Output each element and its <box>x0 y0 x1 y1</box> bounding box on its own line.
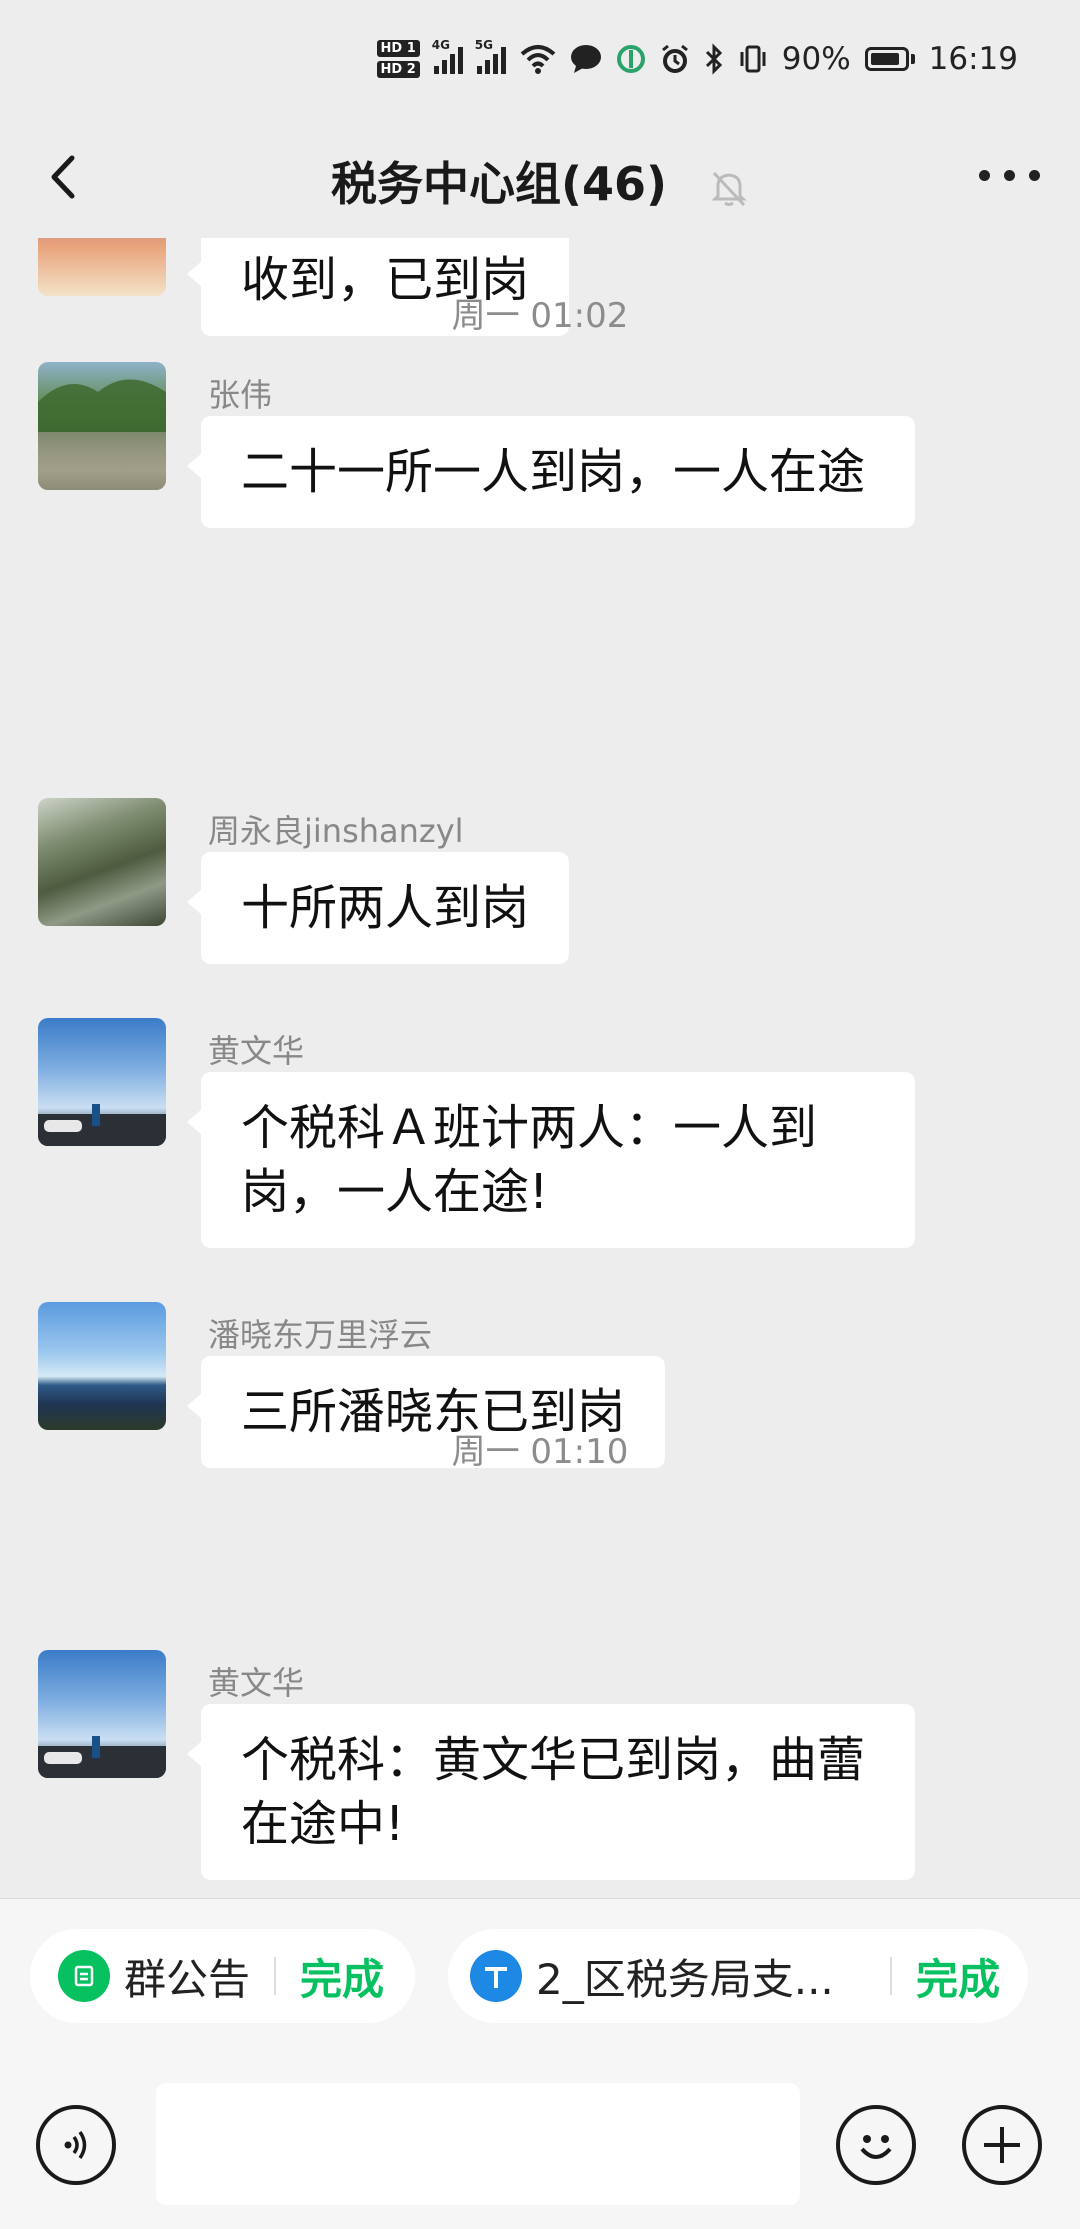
sender-name: 黄文华 <box>208 1032 305 1070</box>
avatar[interactable] <box>38 798 166 926</box>
message-bubble[interactable]: 个税科：黄文华已到岗，曲蕾在途中! <box>187 1704 915 1880</box>
message-bubble[interactable]: 二十一所一人到岗，一人在途 <box>187 416 915 528</box>
list-item: 黄文华 个税科Ａ班计两人：一人到岗，一人在途! <box>38 1018 1038 1248</box>
avatar[interactable] <box>38 362 166 490</box>
avatar[interactable] <box>38 1302 166 1430</box>
list-item: 黄文华 个税科：黄文华已到岗，曲蕾在途中! <box>38 1650 1038 1880</box>
page-title[interactable]: 税务中心组(46) <box>331 157 667 211</box>
page-title-wrap: 税务中心组(46) <box>0 148 1080 214</box>
announcement-icon <box>58 1950 110 2002</box>
battery-icon <box>864 47 915 71</box>
bluetooth-icon <box>705 43 722 75</box>
announcement-done-button[interactable]: 完成 <box>300 1946 384 2007</box>
list-item: 潘晓东万里浮云 三所潘晓东已到岗 <box>38 1302 1038 1468</box>
task-icon <box>470 1950 522 2002</box>
task-chip[interactable]: 2_区税务局支... 完成 <box>448 1929 1028 2023</box>
divider <box>890 1957 892 1995</box>
sender-name: 周永良jinshanzyl <box>208 812 464 850</box>
voice-icon[interactable] <box>36 2105 116 2185</box>
list-item: 张伟 二十一所一人到岗，一人在途 <box>38 362 1038 542</box>
sky-photo-image <box>38 1104 166 1146</box>
avatar[interactable] <box>38 1018 166 1146</box>
alarm-icon <box>661 44 688 73</box>
sender-name: 黄文华 <box>208 1664 305 1702</box>
hd1-label: HD 1 <box>376 40 420 57</box>
plus-icon[interactable] <box>962 2105 1042 2185</box>
list-item: 周永良jinshanzyl 十所两人到岗 <box>38 798 1038 964</box>
hd2-label: HD 2 <box>376 61 420 78</box>
chat-header: 税务中心组(46) <box>0 118 1080 238</box>
net2-label: 5G <box>474 38 493 52</box>
announcement-label: 群公告 <box>124 1954 251 2004</box>
message-bubble[interactable]: 十所两人到岗 <box>186 852 570 964</box>
message-icon <box>570 45 601 73</box>
sender-name: 张伟 <box>208 376 273 414</box>
group-announcement-chip[interactable]: 群公告 完成 <box>30 1929 415 2023</box>
clock: 16:19 <box>928 41 1018 77</box>
divider <box>274 1957 277 1995</box>
message-input[interactable] <box>156 2083 800 2205</box>
landscape-image <box>38 379 166 490</box>
sky-photo-image <box>38 1736 166 1778</box>
timestamp: 周一 01:10 <box>451 1432 629 1472</box>
net1-label: 4G <box>431 38 450 52</box>
app-notification-icon <box>616 45 645 73</box>
sender-name: 潘晓东万里浮云 <box>208 1316 433 1354</box>
message-bubble[interactable]: 个税科Ａ班计两人：一人到岗，一人在途! <box>187 1072 915 1248</box>
input-bar <box>0 2075 1080 2205</box>
more-dots-icon[interactable] <box>979 170 1040 181</box>
signal-icon-4g: 4G <box>432 38 463 74</box>
timestamp: 周一 01:02 <box>451 296 629 336</box>
task-done-button[interactable]: 完成 <box>916 1946 1000 2007</box>
chat-area[interactable]: 收到，已到岗 周一 01:02 张伟 二十一所一人到岗，一人在途 周永良jins… <box>0 238 1080 1898</box>
avatar[interactable] <box>38 1650 166 1778</box>
bell-off-icon <box>711 171 747 206</box>
vibrate-icon <box>740 45 766 73</box>
hd-indicator: HD 1 HD 2 <box>376 40 420 78</box>
status-bar: HD 1 HD 2 4G 5G 90% 16:19 <box>0 0 1080 118</box>
signal-icon-5g: 5G <box>475 38 506 74</box>
battery-percent: 90% <box>781 41 851 77</box>
wifi-icon <box>520 45 556 74</box>
bottom-panel: 群公告 完成 2_区税务局支... 完成 <box>0 1898 1080 2229</box>
emoji-icon[interactable] <box>836 2105 916 2185</box>
task-label: 2_区税务局支... <box>536 1954 834 2004</box>
